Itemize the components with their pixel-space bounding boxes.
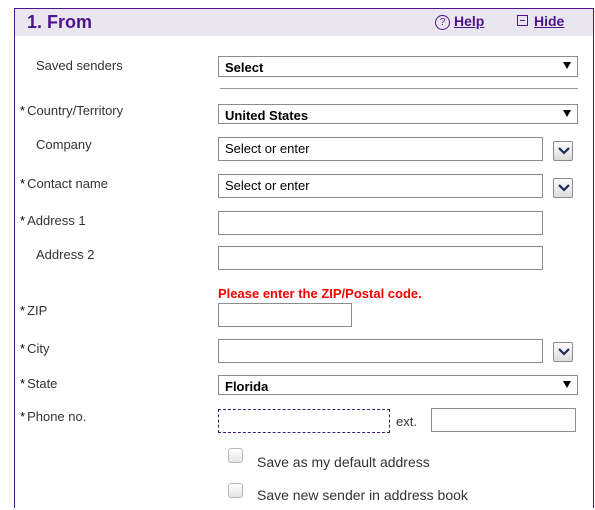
section-header: 1. From ? Help Hide bbox=[14, 8, 594, 36]
collapse-box-icon bbox=[517, 15, 528, 26]
city-label-text: City bbox=[27, 341, 50, 356]
zip-error-message: Please enter the ZIP/Postal code. bbox=[218, 286, 422, 301]
chevron-down-icon bbox=[558, 147, 570, 155]
default-address-checkbox-label: Save as my default address bbox=[257, 454, 430, 470]
contact-name-combo-input[interactable]: Select or enter bbox=[218, 174, 543, 198]
company-combo-input[interactable]: Select or enter bbox=[218, 137, 543, 161]
dropdown-arrow-icon bbox=[563, 110, 571, 117]
required-marker: * bbox=[20, 341, 26, 356]
company-label: Company bbox=[36, 137, 92, 152]
chevron-down-icon bbox=[558, 348, 570, 356]
section-title: 1. From bbox=[27, 12, 93, 32]
contact-name-label-text: Contact name bbox=[27, 176, 108, 191]
address2-label: Address 2 bbox=[36, 247, 95, 262]
address-book-checkbox[interactable] bbox=[228, 483, 243, 498]
required-marker: * bbox=[20, 303, 26, 318]
help-link[interactable]: Help bbox=[454, 13, 484, 29]
required-marker: * bbox=[20, 376, 26, 391]
city-dropdown-button[interactable] bbox=[553, 342, 573, 362]
contact-name-value: Select or enter bbox=[225, 178, 310, 193]
country-value: United States bbox=[225, 108, 309, 123]
saved-senders-value: Select bbox=[225, 60, 264, 75]
required-marker: * bbox=[20, 409, 26, 424]
state-label-text: State bbox=[27, 376, 58, 391]
help-link-group[interactable]: ? Help bbox=[435, 13, 484, 30]
country-label: * Country/Territory bbox=[20, 103, 123, 118]
country-label-text: Country/Territory bbox=[27, 103, 124, 118]
company-dropdown-button[interactable] bbox=[553, 141, 573, 161]
divider bbox=[220, 88, 578, 89]
ext-input[interactable] bbox=[431, 408, 576, 432]
company-value: Select or enter bbox=[225, 141, 310, 156]
default-address-checkbox[interactable] bbox=[228, 448, 243, 463]
state-value: Florida bbox=[225, 379, 269, 394]
required-marker: * bbox=[20, 213, 26, 228]
address1-label-text: Address 1 bbox=[27, 213, 86, 228]
country-select[interactable]: United States bbox=[218, 104, 578, 124]
address2-input[interactable] bbox=[218, 246, 543, 270]
address1-input[interactable] bbox=[218, 211, 543, 235]
phone-label: * Phone no. bbox=[20, 409, 86, 424]
phone-input[interactable] bbox=[218, 409, 390, 433]
phone-label-text: Phone no. bbox=[27, 409, 87, 424]
zip-label-text: ZIP bbox=[27, 303, 48, 318]
chevron-down-icon bbox=[558, 184, 570, 192]
state-label: * State bbox=[20, 376, 57, 391]
zip-label: * ZIP bbox=[20, 303, 47, 318]
dropdown-arrow-icon bbox=[563, 381, 571, 388]
state-select[interactable]: Florida bbox=[218, 375, 578, 395]
hide-link[interactable]: Hide bbox=[534, 13, 564, 29]
required-marker: * bbox=[20, 176, 26, 191]
saved-senders-select[interactable]: Select bbox=[218, 56, 578, 77]
address-book-checkbox-label: Save new sender in address book bbox=[257, 487, 468, 503]
ext-label: ext. bbox=[396, 414, 417, 429]
hide-link-group[interactable]: Hide bbox=[517, 13, 564, 29]
address1-label: * Address 1 bbox=[20, 213, 86, 228]
help-circle-icon: ? bbox=[435, 15, 450, 30]
zip-input[interactable] bbox=[218, 303, 352, 327]
dropdown-arrow-icon bbox=[563, 62, 571, 69]
contact-name-label: * Contact name bbox=[20, 176, 108, 191]
city-combo-input[interactable] bbox=[218, 339, 543, 363]
saved-senders-label: Saved senders bbox=[36, 58, 123, 73]
contact-name-dropdown-button[interactable] bbox=[553, 178, 573, 198]
required-marker: * bbox=[20, 103, 26, 118]
city-label: * City bbox=[20, 341, 49, 356]
